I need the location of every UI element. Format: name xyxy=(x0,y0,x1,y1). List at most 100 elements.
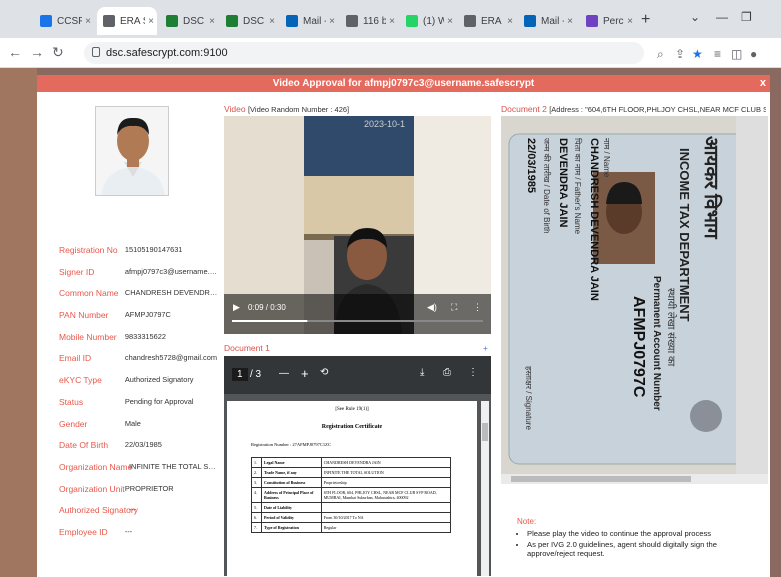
browser-tabbar: CCSP T:×ERA Se×DSC Tra×DSC Tra×Mail - 1×… xyxy=(0,0,781,38)
tab-1[interactable]: CCSP T:× xyxy=(34,7,94,35)
card-dob-label: जन्म की तारीख / Date of Birth xyxy=(542,138,551,234)
tab-5[interactable]: Mail - 1× xyxy=(280,7,338,35)
minimize-icon[interactable]: — xyxy=(716,10,728,24)
fullscreen-icon[interactable]: ⛶ xyxy=(451,302,457,313)
pdf-cell xyxy=(320,502,452,513)
pdf-table-row: 4. Address of Principal Place of Business… xyxy=(251,487,452,503)
tab-4[interactable]: DSC Tra× xyxy=(220,7,278,35)
page-background: Video Approval for afmpj0797c3@username.… xyxy=(0,68,781,577)
detail-label: Organization Name xyxy=(59,461,133,472)
tab-10[interactable]: Percipi× xyxy=(580,7,636,35)
tab-8[interactable]: ERA Se× xyxy=(458,7,516,35)
document2-scrollbar[interactable] xyxy=(501,474,768,484)
card-dept-hindi: आयकर विभाग xyxy=(700,136,721,239)
detail-row: Date Of Birth 22/03/1985 xyxy=(59,440,219,462)
volume-icon[interactable]: ◀) xyxy=(427,302,437,313)
tab-label: DSC Tra xyxy=(243,15,266,27)
forward-icon[interactable]: → xyxy=(30,44,44,60)
play-icon[interactable]: ▶ xyxy=(233,302,240,313)
tab-close-icon[interactable]: × xyxy=(82,16,94,27)
pdf-download-icon[interactable]: ⤓ xyxy=(420,367,424,378)
pdf-scrollbar[interactable] xyxy=(481,401,489,576)
pdf-page: [See Rule 19(1)] Registration Certificat… xyxy=(227,401,477,576)
detail-label: Status xyxy=(59,396,84,407)
tab-search-icon[interactable]: ⌄ xyxy=(690,10,700,24)
url-text: dsc.safescrypt.com:9100 xyxy=(106,47,228,59)
pdf-zoom-out-button[interactable]: — xyxy=(279,368,289,379)
detail-value: PROPRIETOR xyxy=(124,483,174,493)
pdf-table-row: 6. Period of Validity From 30/10/2017 To N… xyxy=(251,512,452,523)
tab-close-icon[interactable]: × xyxy=(326,16,338,27)
tab-close-icon[interactable]: × xyxy=(145,16,157,27)
tab-favicon-icon xyxy=(346,15,358,27)
detail-row: Employee ID --- xyxy=(59,527,219,549)
pdf-more-icon[interactable]: ⋮ xyxy=(468,367,478,378)
url-field[interactable]: dsc.safescrypt.com:9100 xyxy=(84,42,644,64)
new-tab-button[interactable]: + xyxy=(641,11,650,29)
tab-9[interactable]: Mail - 0× xyxy=(518,7,576,35)
detail-row: Organization NameINFINITE THE TOTAL SOLU… xyxy=(59,462,219,484)
tab-favicon-icon xyxy=(406,15,418,27)
dialog-close-button[interactable]: x xyxy=(760,75,766,92)
pdf-cell: Type of Registration xyxy=(260,522,322,533)
pdf-print-icon[interactable]: ⎙ xyxy=(443,367,451,378)
document1-heading: Document 1 xyxy=(224,343,270,353)
video-player[interactable]: 2023-10-1 ▶ 0:09 / 0:30 ◀) ⛶ ⋮ xyxy=(224,116,491,334)
tab-favicon-icon xyxy=(464,15,476,27)
bookmark-star-icon[interactable]: ★ xyxy=(692,47,703,61)
tab-close-icon[interactable]: × xyxy=(504,16,516,27)
pdf-cell: CHANDRESH DEVENDRA JAIN xyxy=(320,457,452,468)
tab-label: Percipi xyxy=(603,15,624,27)
detail-label: Registration No xyxy=(59,245,118,255)
tab-favicon-icon xyxy=(103,15,115,27)
pdf-cell: 4. xyxy=(251,487,262,503)
card-signature-label: हस्ताक्षर / Signature xyxy=(524,366,533,430)
video-time: 0:09 / 0:30 xyxy=(248,303,286,312)
document2-heading: Document 2 [Address : "604,6TH FLOOR,PHL… xyxy=(501,104,766,114)
more-options-icon[interactable]: ⋮ xyxy=(473,302,482,313)
tab-2[interactable]: ERA Se× xyxy=(97,7,157,35)
zoom-icon[interactable]: ⌕ xyxy=(657,47,664,62)
detail-row: Email ID chandresh5728@gmail.com xyxy=(59,353,219,375)
tab-favicon-icon xyxy=(166,15,178,27)
tab-close-icon[interactable]: × xyxy=(206,16,218,27)
reload-icon[interactable]: ↻ xyxy=(52,44,64,61)
reading-list-icon[interactable]: ≡ xyxy=(714,47,721,61)
side-panel-icon[interactable]: ◫ xyxy=(731,47,742,61)
detail-row: Registration No 15105190147631 xyxy=(59,245,219,267)
card-pan-hindi: स्थायी लेखा संख्या का xyxy=(665,288,676,367)
detail-label: Signer ID xyxy=(59,266,95,277)
tab-close-icon[interactable]: × xyxy=(624,16,636,27)
detail-value: INFINITE THE TOTAL SOLUTION xyxy=(129,461,219,471)
detail-label: Date Of Birth xyxy=(59,440,109,451)
back-icon[interactable]: ← xyxy=(8,44,22,60)
tab-label: (1) Wha xyxy=(423,15,444,27)
pdf-cell: 1. xyxy=(251,457,262,468)
detail-label: Organization Unit xyxy=(59,483,125,494)
tab-label: 116 bi xyxy=(363,15,386,27)
share-icon[interactable]: ⇪ xyxy=(675,47,685,61)
document1-expand-button[interactable]: + xyxy=(483,343,488,353)
tab-7[interactable]: (1) Wha× xyxy=(400,7,456,35)
pdf-rotate-icon[interactable]: ⟲ xyxy=(320,367,328,378)
pdf-table: 1. Legal Name CHANDRESH DEVENDRA JAIN 2. Tra… xyxy=(251,457,452,533)
card-dob: 22/03/1985 xyxy=(525,138,537,194)
tab-close-icon[interactable]: × xyxy=(386,16,398,27)
pdf-page-input[interactable]: 1 xyxy=(232,368,248,381)
detail-row: Common Name CHANDRESH DEVENDRA JAIN xyxy=(59,288,219,310)
restore-icon[interactable]: ❐ xyxy=(741,10,752,24)
detail-label: PAN Number xyxy=(59,310,109,321)
tab-6[interactable]: 116 bi× xyxy=(340,7,398,35)
detail-value: AFMPJ0797C xyxy=(124,310,171,320)
card-pan-label: Permanent Account Number xyxy=(651,276,662,411)
tab-close-icon[interactable]: × xyxy=(266,16,278,27)
tab-3[interactable]: DSC Tra× xyxy=(160,7,218,35)
note-item: As per IVG 2.0 guidelines, agent should … xyxy=(527,540,757,558)
detail-label: Email ID xyxy=(59,353,92,364)
tab-close-icon[interactable]: × xyxy=(564,16,576,27)
profile-icon[interactable]: ● xyxy=(750,47,757,61)
address-bar: ← → ↻ dsc.safescrypt.com:9100 ⌕ ⇪ ★ ≡ ◫ … xyxy=(0,38,781,68)
pdf-cell: 6TH FLOOR, 604, PHLJOY CHSL, NEAR MCF CL… xyxy=(320,487,452,503)
pdf-zoom-in-button[interactable]: + xyxy=(301,366,309,381)
tab-close-icon[interactable]: × xyxy=(444,16,456,27)
